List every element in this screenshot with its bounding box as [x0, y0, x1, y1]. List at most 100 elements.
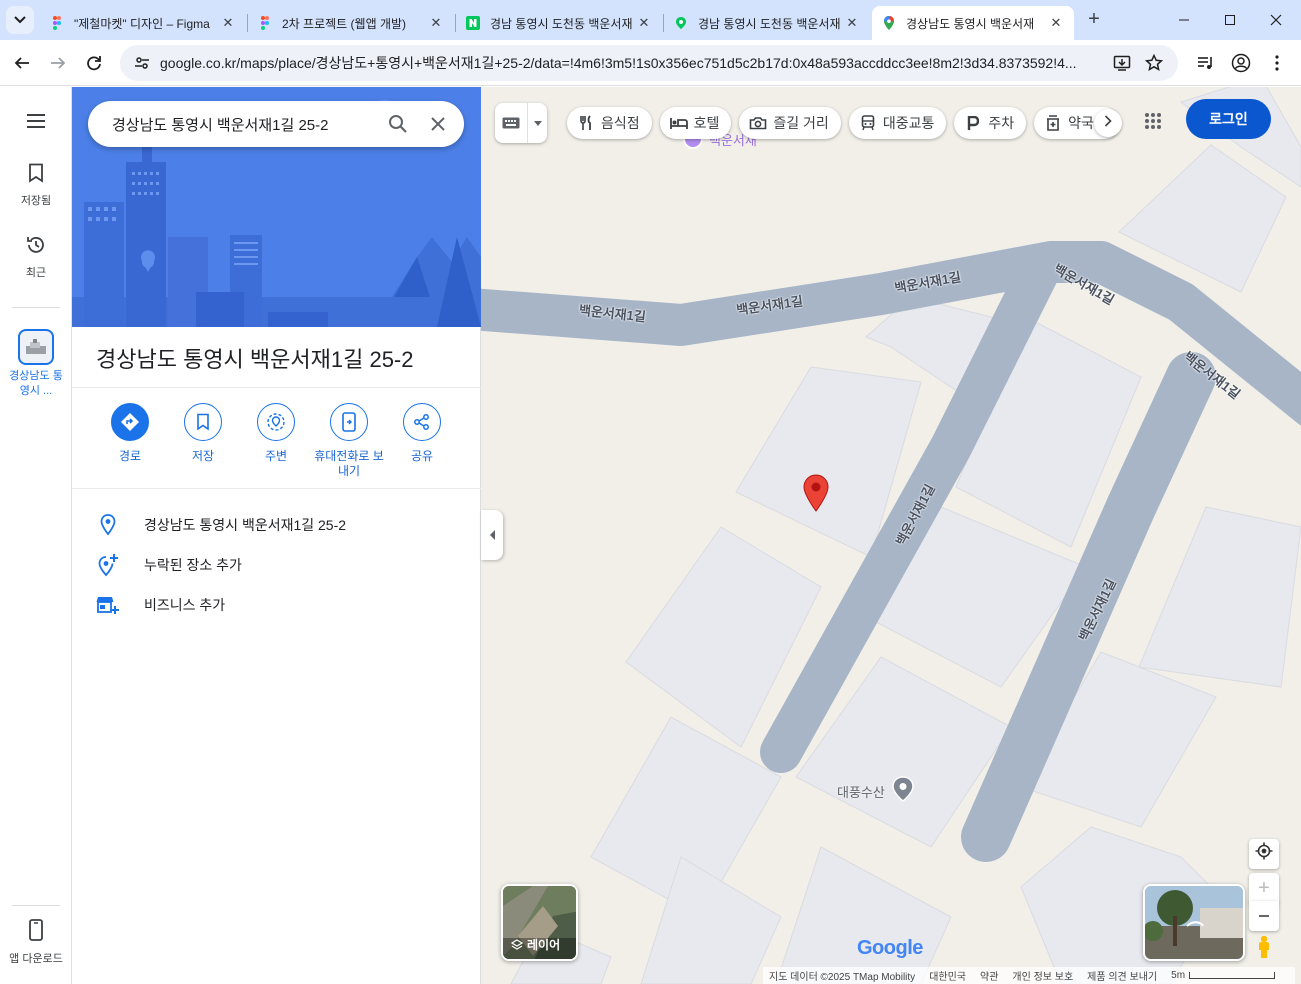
- collapse-panel-button[interactable]: [481, 510, 503, 560]
- tab-naver-map[interactable]: 경남 통영시 도천동 백운서재 ✕: [664, 6, 870, 40]
- action-save[interactable]: 저장: [166, 403, 240, 464]
- chip-label: 대중교통: [882, 115, 935, 131]
- menu-button[interactable]: [0, 113, 72, 132]
- chevron-down-icon[interactable]: [528, 120, 547, 126]
- tab-title: "제철마켓" 디자인 – Figma: [74, 16, 210, 31]
- directions-icon: [111, 403, 149, 441]
- browser-menu-icon[interactable]: [1265, 51, 1289, 75]
- forward-icon[interactable]: [46, 51, 70, 75]
- action-label: 저장: [191, 449, 215, 463]
- rail-app-download[interactable]: 앱 다운로드: [0, 919, 72, 966]
- country-link[interactable]: 대한민국: [929, 968, 966, 983]
- poi-daepung[interactable]: 대풍수산: [837, 776, 915, 807]
- add-missing-place-text: 누락된 장소 추가: [144, 557, 242, 573]
- tab-figma-design[interactable]: "제철마켓" 디자인 – Figma ✕: [40, 6, 246, 40]
- poi-marker-icon: [891, 776, 915, 807]
- hotel-icon: [669, 114, 688, 132]
- chevron-right-icon: [1104, 114, 1112, 132]
- selected-place-pin[interactable]: [803, 474, 829, 512]
- login-button[interactable]: 로그인: [1186, 99, 1271, 139]
- tab-title: 경남 통영시 도천동 백운서재: [490, 16, 633, 31]
- street-view-photo: [1145, 886, 1243, 959]
- transit-icon: [859, 114, 877, 132]
- terms-link[interactable]: 약관: [980, 968, 998, 983]
- street-view-thumbnail[interactable]: [1143, 884, 1245, 961]
- action-send-to-phone[interactable]: 휴대전화로 보내기: [312, 403, 386, 479]
- map-canvas[interactable]: 음식점 호텔 즐길 거리 대중교통 주차 약국 로그인 백운서재 백운서재1길 …: [481, 87, 1301, 984]
- minimize-icon[interactable]: [1172, 8, 1196, 32]
- rail-recent-place[interactable]: 경상남도 통영시 ...: [0, 329, 72, 399]
- tab-close-icon[interactable]: ✕: [220, 15, 236, 31]
- add-business-row[interactable]: 비즈니스 추가: [72, 585, 481, 625]
- google-logo-text: Google: [857, 937, 923, 959]
- chip-label: 호텔: [693, 115, 720, 131]
- camera-icon: [749, 114, 767, 132]
- chip-label: 즐길 거리: [773, 115, 829, 131]
- chip-things-to-do[interactable]: 즐길 거리: [739, 107, 841, 139]
- scale-bar: [1189, 972, 1276, 979]
- zoom-in-button[interactable]: +: [1249, 873, 1279, 903]
- phone-icon: [29, 919, 43, 944]
- feedback-link[interactable]: 제품 의견 보내기: [1087, 968, 1157, 983]
- map-footer: 지도 데이터 ©2025 TMap Mobility 대한민국 약관 개인 정보…: [763, 967, 1296, 984]
- search-icon[interactable]: [378, 104, 418, 144]
- bookmark-star-icon[interactable]: [1142, 51, 1166, 75]
- window-close-icon[interactable]: [1264, 8, 1288, 32]
- media-control-icon[interactable]: [1193, 51, 1217, 75]
- keyboard-icon: [495, 117, 527, 129]
- rail-saved[interactable]: 저장됨: [0, 163, 72, 208]
- divider: [72, 387, 481, 388]
- chip-transit[interactable]: 대중교통: [848, 107, 947, 139]
- address-row[interactable]: 경상남도 통영시 백운서재1길 25-2: [72, 505, 481, 545]
- pegman-button[interactable]: [1253, 935, 1275, 963]
- action-share[interactable]: 공유: [385, 403, 459, 464]
- share-icon: [403, 403, 441, 441]
- profile-icon[interactable]: [1229, 51, 1253, 75]
- action-nearby[interactable]: 주변: [239, 403, 313, 464]
- chip-parking[interactable]: 주차: [954, 107, 1027, 139]
- map-data-attribution[interactable]: 지도 데이터 ©2025 TMap Mobility: [769, 968, 915, 983]
- action-directions[interactable]: 경로: [93, 403, 167, 464]
- tab-naver-search[interactable]: 경남 통영시 도천동 백운서재 ✕: [456, 6, 662, 40]
- clear-search-icon[interactable]: [418, 104, 458, 144]
- tab-title: 경남 통영시 도천동 백운서재: [698, 16, 841, 31]
- my-location-button[interactable]: [1249, 839, 1279, 869]
- add-missing-place-row[interactable]: 누락된 장소 추가: [72, 545, 481, 585]
- tab-close-icon[interactable]: ✕: [428, 15, 444, 31]
- google-apps-icon[interactable]: [1139, 107, 1167, 135]
- search-input[interactable]: 경상남도 통영시 백운서재1길 25-2: [112, 114, 378, 135]
- action-label: 주변: [264, 449, 288, 463]
- zoom-out-button[interactable]: [1249, 901, 1279, 931]
- tab-close-icon[interactable]: ✕: [1048, 15, 1064, 31]
- tab-google-maps-active[interactable]: 경상남도 통영시 백운서재 ✕: [872, 6, 1074, 40]
- chip-hotels[interactable]: 호텔: [659, 107, 732, 139]
- tab-figma-project[interactable]: 2차 프로젝트 (웹앱 개발) ✕: [248, 6, 454, 40]
- scale-label[interactable]: 5m: [1171, 970, 1185, 981]
- new-tab-button[interactable]: +: [1084, 9, 1104, 30]
- site-settings-icon[interactable]: [130, 51, 154, 75]
- tab-search-button[interactable]: [6, 6, 34, 34]
- input-tools-button[interactable]: [495, 103, 547, 143]
- reload-icon[interactable]: [82, 51, 106, 75]
- add-place-icon: [72, 553, 144, 577]
- tab-close-icon[interactable]: ✕: [636, 15, 652, 31]
- add-business-icon: [72, 595, 144, 615]
- parking-icon: [964, 114, 982, 132]
- chip-restaurants[interactable]: 음식점: [567, 107, 652, 139]
- address-bar[interactable]: google.co.kr/maps/place/경상남도+통영시+백운서재1길+…: [120, 45, 1178, 81]
- search-box[interactable]: 경상남도 통영시 백운서재1길 25-2: [88, 101, 464, 147]
- rail-recent[interactable]: 최근: [0, 235, 72, 280]
- divider: [72, 488, 481, 489]
- chip-label: 주차: [988, 115, 1015, 131]
- privacy-link[interactable]: 개인 정보 보호: [1012, 968, 1073, 983]
- install-app-icon[interactable]: [1110, 51, 1134, 75]
- chips-scroll-right[interactable]: [1094, 109, 1123, 137]
- figma-icon: [50, 16, 64, 30]
- rail-recent-label: 최근: [25, 267, 47, 279]
- back-icon[interactable]: [10, 51, 34, 75]
- layers-button[interactable]: 레이어: [501, 884, 578, 961]
- address-text: 경상남도 통영시 백운서재1길 25-2: [144, 517, 347, 533]
- layers-icon: [511, 938, 523, 951]
- maximize-icon[interactable]: [1218, 8, 1242, 32]
- tab-close-icon[interactable]: ✕: [844, 15, 860, 31]
